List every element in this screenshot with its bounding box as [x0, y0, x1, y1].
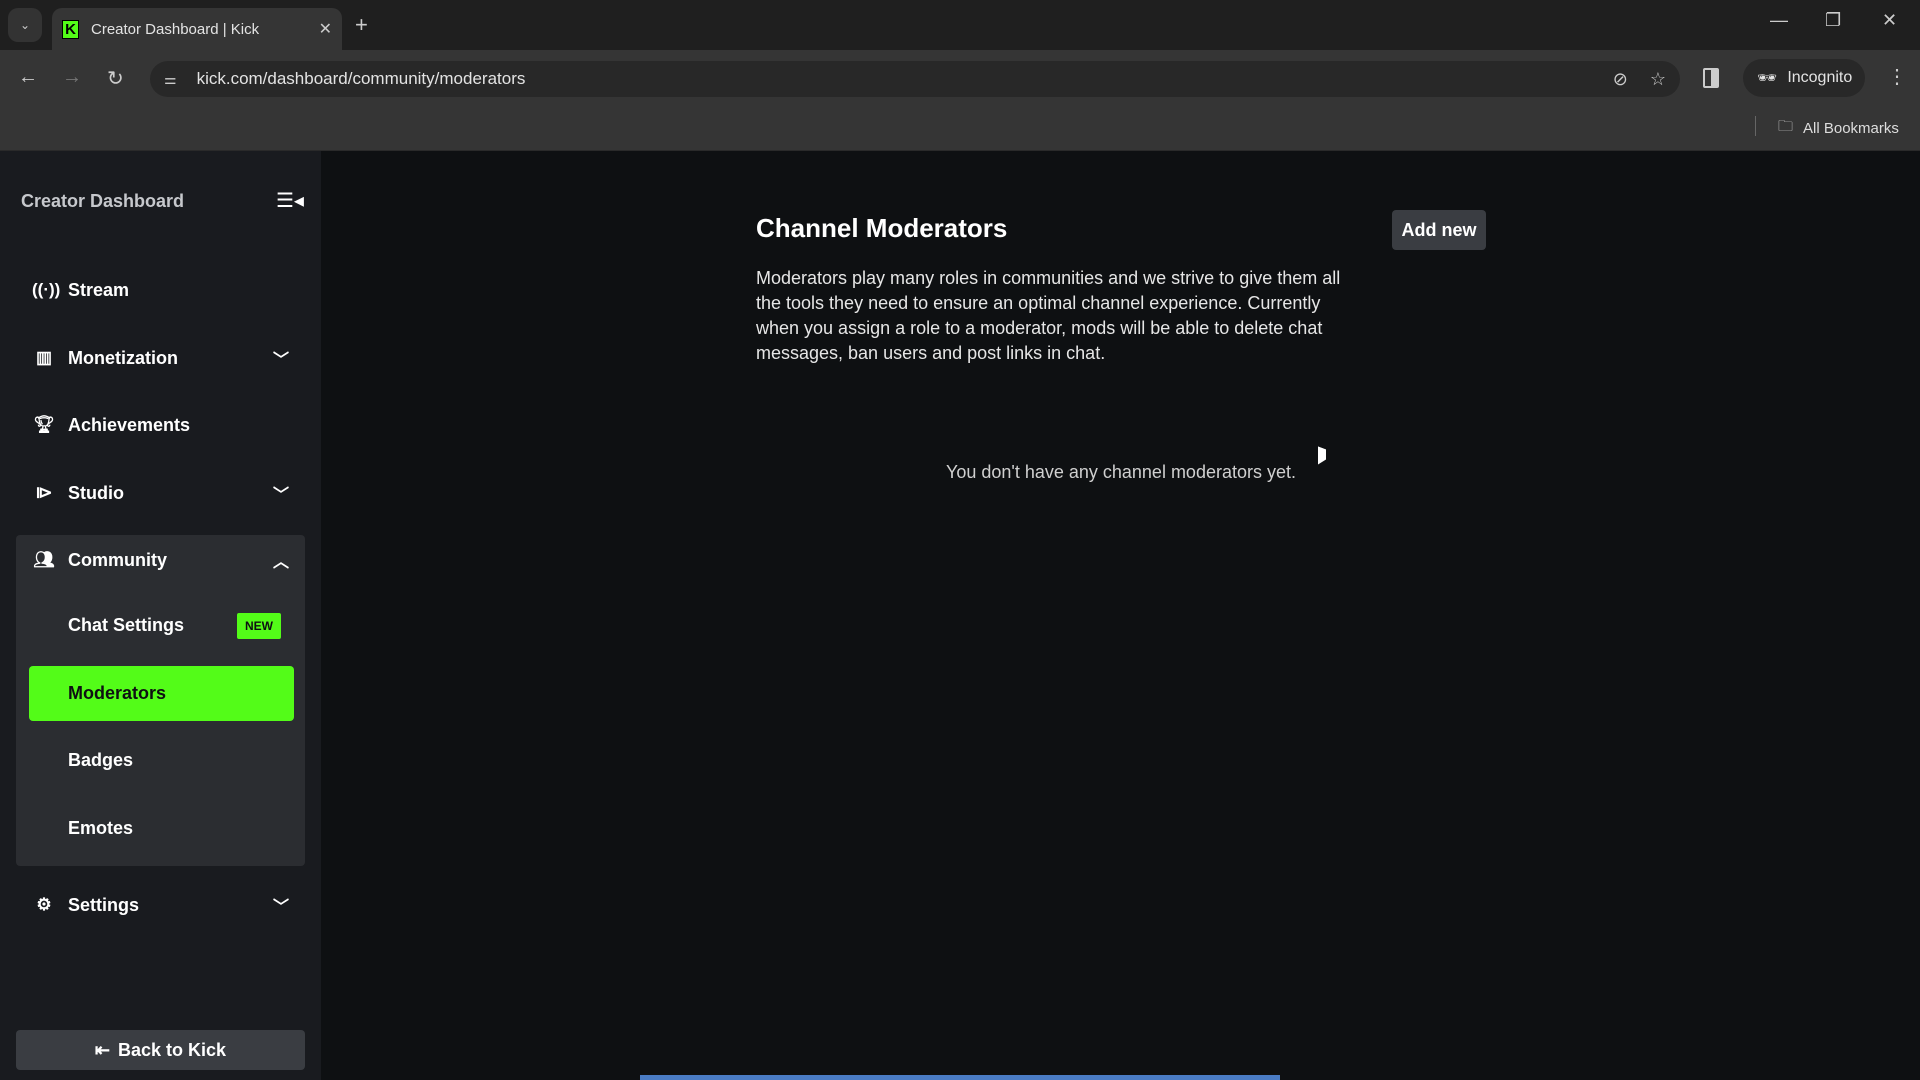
sidebar-item-achievements[interactable]: 🏆︎ Achievements	[16, 400, 305, 450]
sidebar-item-label: Settings	[68, 894, 140, 915]
studio-icon: ⧐	[35, 483, 53, 502]
sidebar-subitem-label: Badges	[68, 750, 134, 770]
add-new-button[interactable]: Add new	[1392, 210, 1486, 250]
tab-title: Creator Dashboard | Kick	[91, 20, 260, 38]
reload-icon[interactable]: ↻	[107, 66, 124, 91]
back-icon[interactable]: ←	[18, 66, 38, 89]
empty-state-message: You don't have any channel moderators ye…	[945, 462, 1296, 482]
side-panel-icon[interactable]	[1703, 68, 1719, 88]
sidebar-title: Creator Dashboard	[21, 191, 185, 211]
browser-tab[interactable]: K Creator Dashboard | Kick ✕	[52, 8, 342, 50]
sidebar-subitem-badges[interactable]: Badges	[29, 733, 294, 788]
forward-icon[interactable]: →	[62, 66, 82, 89]
sidebar-subitem-emotes[interactable]: Emotes	[29, 801, 294, 856]
tab-search-button[interactable]: ⌄	[8, 8, 42, 42]
chevron-down-icon: ﹀	[272, 899, 289, 916]
users-icon: 👥︎	[33, 550, 55, 569]
sidebar-subitem-chat-settings[interactable]: Chat Settings NEW	[29, 598, 294, 653]
new-badge: NEW	[237, 612, 281, 639]
sidebar-subitem-moderators[interactable]: Moderators	[29, 666, 294, 721]
mouse-cursor	[1318, 446, 1326, 468]
address-bar[interactable]: ⚌ kick.com/dashboard/community/moderator…	[150, 61, 1680, 97]
incognito-label: Incognito	[1787, 69, 1853, 86]
url-text[interactable]: kick.com/dashboard/community/moderators	[197, 69, 1591, 89]
eye-off-icon[interactable]: ⊘	[1613, 69, 1628, 90]
chart-icon: ▥	[35, 348, 53, 367]
sidebar-subitem-label: Moderators	[68, 683, 167, 703]
loading-bar	[640, 1075, 1280, 1080]
collapse-sidebar-icon[interactable]: ☰◂	[276, 188, 304, 213]
new-tab-button[interactable]: +	[355, 12, 368, 38]
kick-favicon-icon: K	[62, 19, 79, 39]
chevron-down-icon: ﹀	[272, 352, 289, 369]
all-bookmarks-button[interactable]: 🗀 All Bookmarks	[1778, 116, 1899, 141]
sidebar-item-label: Monetization	[68, 347, 178, 368]
back-to-kick-button[interactable]: ⇤ Back to Kick	[16, 1030, 305, 1070]
folder-icon: 🗀	[1778, 118, 1794, 135]
all-bookmarks-label: All Bookmarks	[1803, 120, 1899, 137]
incognito-icon: 🕶	[1757, 70, 1778, 87]
sidebar-item-label: Studio	[68, 482, 124, 503]
sidebar-item-community[interactable]: 👥︎ Community ︿	[16, 535, 305, 585]
broadcast-icon: ((·))	[32, 280, 61, 299]
sidebar-item-studio[interactable]: ⧐ Studio ﹀	[16, 468, 305, 518]
divider	[1755, 116, 1756, 136]
incognito-button[interactable]: 🕶 Incognito	[1743, 59, 1865, 97]
sidebar-item-stream[interactable]: ((·)) Stream	[16, 265, 305, 315]
trophy-icon: 🏆︎	[33, 415, 55, 434]
page-description: Moderators play many roles in communitie…	[756, 268, 1341, 363]
exit-icon: ⇤	[94, 1039, 111, 1060]
sidebar-item-settings[interactable]: ⚙ Settings ﹀	[16, 880, 305, 930]
menu-icon[interactable]: ⋮	[1887, 64, 1907, 89]
sidebar-item-label: Stream	[68, 279, 130, 300]
bookmarks-bar	[0, 101, 1920, 151]
chevron-down-icon: ﹀	[272, 487, 289, 504]
gear-icon: ⚙	[36, 895, 52, 914]
sidebar-subitem-label: Chat Settings	[68, 615, 185, 635]
close-tab-icon[interactable]: ✕	[319, 19, 332, 39]
back-to-kick-label: Back to Kick	[118, 1039, 227, 1060]
star-icon[interactable]: ☆	[1650, 69, 1666, 90]
page-title: Channel Moderators	[756, 213, 1008, 243]
sidebar-item-monetization[interactable]: ▥ Monetization ﹀	[16, 333, 305, 383]
restore-button[interactable]: ❐	[1825, 10, 1841, 31]
minimize-button[interactable]: —	[1770, 10, 1788, 31]
sidebar-item-label: Achievements	[68, 414, 191, 435]
sidebar-item-label: Community	[68, 549, 167, 570]
site-info-icon[interactable]: ⚌	[164, 71, 177, 88]
sidebar-subitem-label: Emotes	[68, 818, 134, 838]
chevron-up-icon: ︿	[272, 554, 289, 571]
close-window-button[interactable]: ✕	[1882, 10, 1897, 31]
